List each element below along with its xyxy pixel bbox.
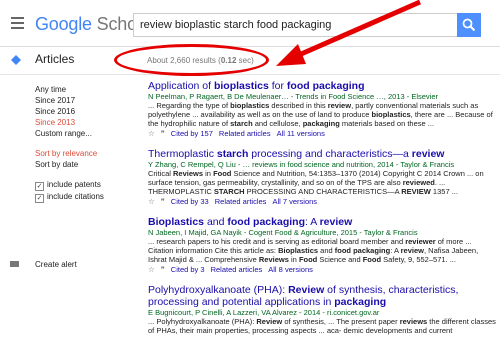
date-since-2013[interactable]: Since 2013 (35, 117, 130, 128)
articles-icon (11, 55, 21, 65)
logo-google: Google (35, 14, 92, 34)
result-snippet: ... Regarding the type of bioplastics de… (148, 101, 493, 128)
checkbox-citations[interactable]: ✓ (35, 194, 44, 203)
star-icon[interactable]: ☆ (148, 129, 155, 138)
result-authors: N Peelman, P Ragaert, B De Meulenaer… - … (148, 92, 438, 101)
mail-icon (10, 261, 19, 267)
star-icon[interactable]: ☆ (148, 197, 155, 206)
date-custom-range[interactable]: Custom range... (35, 128, 130, 139)
result-title[interactable]: Polyhydroxyalkanoate (PHA): Review of sy… (148, 284, 498, 308)
result-links: ☆ ❞ Cited by 157 Related articles All 11 ver… (148, 128, 498, 139)
versions-link[interactable]: All 8 versions (268, 265, 313, 274)
result-links: ☆ ❞ Cited by 3 Related articles All 8 versio… (148, 264, 498, 275)
result-item: Thermoplastic starch processing and char… (148, 148, 498, 207)
sort-relevance[interactable]: Sort by relevance (35, 148, 130, 159)
quote-icon[interactable]: ❞ (161, 265, 165, 274)
result-snippet: ... Polyhydroxyalkanoate (PHA): Review o… (148, 317, 496, 335)
related-articles-link[interactable]: Related articles (211, 265, 263, 274)
result-item: Application of bioplastics for food pack… (148, 80, 498, 139)
articles-label[interactable]: Articles (35, 52, 74, 66)
result-title[interactable]: Bioplastics and food packaging: A review (148, 216, 498, 228)
cited-by-link[interactable]: Cited by 33 (171, 197, 209, 206)
quote-icon[interactable]: ❞ (161, 197, 165, 206)
sort-date[interactable]: Sort by date (35, 159, 130, 170)
versions-link[interactable]: All 11 versions (277, 129, 325, 138)
include-citations-option[interactable]: ✓ include citations (35, 191, 130, 203)
search-icon (462, 18, 476, 32)
related-articles-link[interactable]: Related articles (215, 197, 267, 206)
result-snippet: ... research papers to his credit and is… (148, 237, 479, 264)
result-authors: N Jabeen, I Majid, GA Nayik - Cogent Foo… (148, 228, 418, 237)
quote-icon[interactable]: ❞ (161, 129, 165, 138)
cited-by-link[interactable]: Cited by 3 (171, 265, 205, 274)
results-list: Application of bioplastics for food pack… (148, 80, 498, 344)
date-since-2016[interactable]: Since 2016 (35, 106, 130, 117)
result-links: ☆ ❞ Cited by 33 Related articles All 7 versi… (148, 196, 498, 207)
checkbox-patents[interactable]: ✓ (35, 182, 44, 191)
versions-link[interactable]: All 7 versions (272, 197, 317, 206)
include-patents-option[interactable]: ✓ include patents (35, 179, 130, 191)
search-button[interactable] (457, 13, 481, 37)
result-authors: E Bugnicourt, P Cinelli, A Lazzeri, VA A… (148, 308, 380, 317)
related-articles-link[interactable]: Related articles (219, 129, 271, 138)
result-title[interactable]: Thermoplastic starch processing and char… (148, 148, 498, 160)
cited-by-link[interactable]: Cited by 157 (171, 129, 213, 138)
sidebar: Any time Since 2017 Since 2016 Since 201… (35, 84, 130, 203)
result-title[interactable]: Application of bioplastics for food pack… (148, 80, 498, 92)
date-since-2017[interactable]: Since 2017 (35, 95, 130, 106)
date-any-time[interactable]: Any time (35, 84, 130, 95)
result-snippet: Critical Reviews in Food Science and Nut… (148, 169, 484, 196)
annotation-arrow (276, 0, 422, 66)
result-item: Polyhydroxyalkanoate (PHA): Review of sy… (148, 284, 498, 335)
result-item: Bioplastics and food packaging: A review… (148, 216, 498, 275)
result-authors: Y Zhang, C Rempel, Q Liu - … reviews in … (148, 160, 455, 169)
star-icon[interactable]: ☆ (148, 265, 155, 274)
create-alert-link[interactable]: Create alert (10, 260, 77, 269)
annotation-circle (114, 44, 269, 76)
menu-icon[interactable] (11, 17, 24, 29)
